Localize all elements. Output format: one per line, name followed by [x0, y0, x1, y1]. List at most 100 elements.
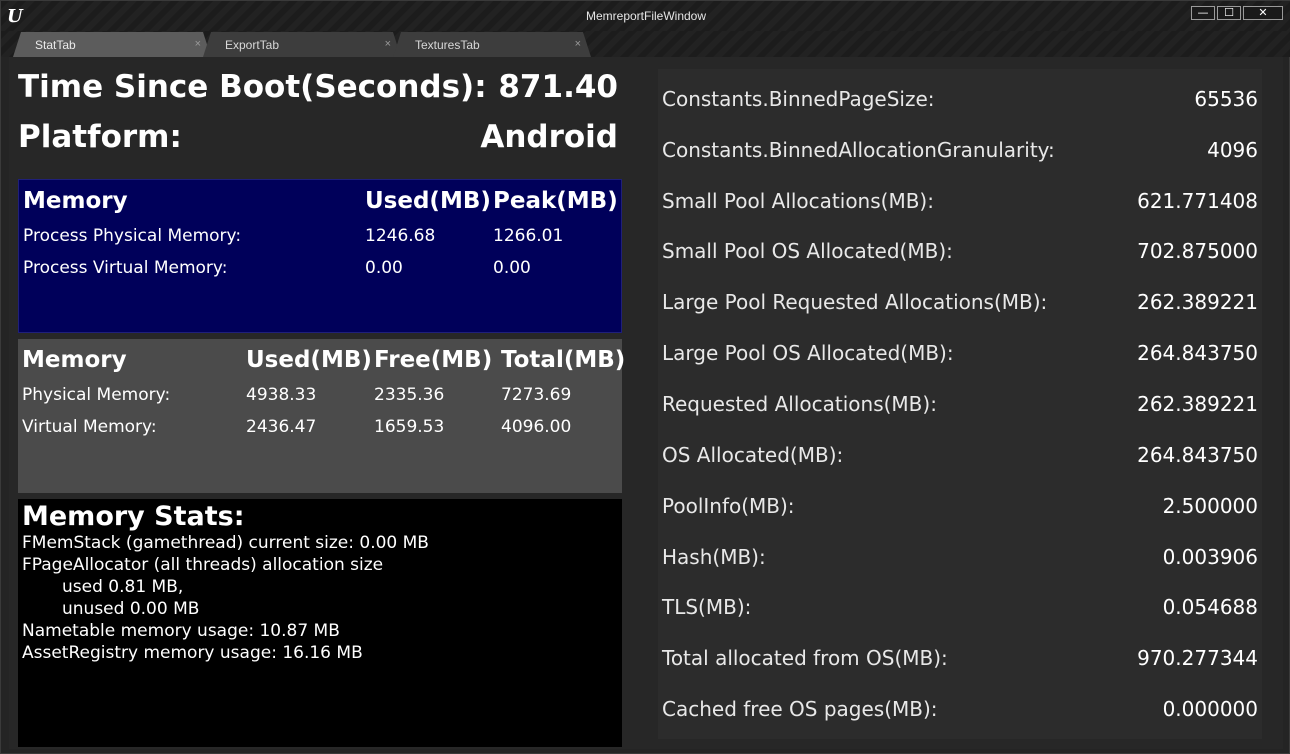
- time-since-boot-value: 871.40: [498, 69, 618, 105]
- table-row: Physical Memory: 4938.33 2335.36 7273.69: [22, 385, 622, 409]
- stat-row: OS Allocated(MB): 264.843750: [662, 443, 1258, 467]
- row-used: 4938.33: [246, 385, 317, 405]
- allocator-stats-panel: Constants.BinnedPageSize: 65536 Constants…: [658, 69, 1262, 739]
- stat-label: Large Pool OS Allocated(MB):: [662, 341, 954, 365]
- table-row: Process Virtual Memory: 0.00 0.00: [23, 258, 621, 282]
- table-row: Virtual Memory: 2436.47 1659.53 4096.00: [22, 417, 622, 441]
- close-button[interactable]: ✕: [1243, 6, 1283, 20]
- stat-row: Hash(MB): 0.003906: [662, 545, 1258, 569]
- row-used: 1246.68: [365, 226, 436, 246]
- stat-value: 264.843750: [1137, 443, 1258, 467]
- stat-value: 0.000000: [1162, 697, 1258, 721]
- system-memory-panel: Memory Used(MB) Free(MB) Total(MB) Physi…: [18, 339, 626, 493]
- stat-value: 0.054688: [1162, 595, 1258, 619]
- tab-close-icon[interactable]: ×: [385, 38, 391, 50]
- window-title: MemreportFileWindow: [585, 9, 707, 23]
- process-memory-panel: Memory Used(MB) Peak(MB) Process Physica…: [18, 179, 622, 333]
- memory-stats-title: Memory Stats:: [22, 501, 245, 532]
- time-since-boot-row: Time Since Boot(Seconds): 871.40: [18, 69, 618, 105]
- tab-bar: StatTab × ExportTab × TexturesTab ×: [1, 31, 1290, 57]
- row-label: Virtual Memory:: [22, 417, 157, 437]
- row-label: Process Virtual Memory:: [23, 258, 228, 278]
- row-total: 4096.00: [501, 417, 572, 437]
- stat-row: TLS(MB): 0.054688: [662, 595, 1258, 619]
- memreport-window: U MemreportFileWindow — ☐ ✕ StatTab × Ex…: [0, 0, 1290, 754]
- stat-row: Total allocated from OS(MB): 970.277344: [662, 646, 1258, 670]
- stat-value: 264.843750: [1137, 341, 1258, 365]
- header-memory: Memory: [23, 188, 128, 214]
- stat-row: Constants.BinnedPageSize: 65536: [662, 87, 1258, 111]
- row-peak: 1266.01: [493, 226, 564, 246]
- table-row: Process Physical Memory: 1246.68 1266.01: [23, 226, 621, 250]
- header-total: Total(MB): [501, 347, 626, 373]
- table-header: Memory Used(MB) Peak(MB): [23, 188, 621, 218]
- stat-label: Requested Allocations(MB):: [662, 392, 937, 416]
- stat-value: 262.389221: [1137, 392, 1258, 416]
- row-label: Physical Memory:: [22, 385, 171, 405]
- stat-row: Small Pool OS Allocated(MB): 702.875000: [662, 239, 1258, 263]
- stat-label: PoolInfo(MB):: [662, 494, 795, 518]
- memory-stats-line: used 0.81 MB,: [62, 577, 184, 597]
- maximize-icon: ☐: [1224, 6, 1234, 19]
- memory-stats-line: unused 0.00 MB: [62, 599, 200, 619]
- header-used: Used(MB): [365, 188, 491, 214]
- stat-value: 4096: [1207, 138, 1258, 162]
- row-total: 7273.69: [501, 385, 572, 405]
- tab-close-icon[interactable]: ×: [575, 38, 581, 50]
- tab-export[interactable]: ExportTab ×: [203, 32, 401, 57]
- window-controls: — ☐ ✕: [1191, 6, 1283, 20]
- tab-label: ExportTab: [225, 38, 280, 52]
- stat-value: 65536: [1194, 87, 1258, 111]
- stat-label: Constants.BinnedPageSize:: [662, 87, 935, 111]
- stat-label: Small Pool OS Allocated(MB):: [662, 239, 953, 263]
- stat-row: Large Pool Requested Allocations(MB): 262…: [662, 290, 1258, 314]
- stat-value: 262.389221: [1137, 290, 1258, 314]
- platform-row: Platform: Android: [18, 119, 618, 155]
- stat-row: Small Pool Allocations(MB): 621.771408: [662, 189, 1258, 213]
- close-icon: ✕: [1258, 6, 1268, 19]
- stat-label: Hash(MB):: [662, 545, 766, 569]
- header-peak: Peak(MB): [493, 188, 618, 214]
- minimize-icon: —: [1197, 6, 1209, 19]
- stat-value: 970.277344: [1137, 646, 1258, 670]
- header-free: Free(MB): [374, 347, 493, 373]
- time-since-boot-label: Time Since Boot(Seconds):: [18, 69, 487, 105]
- stat-row: PoolInfo(MB): 2.500000: [662, 494, 1258, 518]
- stat-label: OS Allocated(MB):: [662, 443, 844, 467]
- stat-row: Large Pool OS Allocated(MB): 264.843750: [662, 341, 1258, 365]
- stat-label: Small Pool Allocations(MB):: [662, 189, 934, 213]
- memory-stats-line: Nametable memory usage: 10.87 MB: [22, 621, 340, 641]
- stat-row: Requested Allocations(MB): 262.389221: [662, 392, 1258, 416]
- row-peak: 0.00: [493, 258, 531, 278]
- memory-stats-line: FPageAllocator (all threads) allocation …: [22, 555, 384, 575]
- memory-stats-line: FMemStack (gamethread) current size: 0.0…: [22, 533, 429, 553]
- tab-close-icon[interactable]: ×: [195, 38, 201, 50]
- stat-row: Constants.BinnedAllocationGranularity: 40…: [662, 138, 1258, 162]
- stat-row: Cached free OS pages(MB): 0.000000: [662, 697, 1258, 721]
- row-label: Process Physical Memory:: [23, 226, 242, 246]
- row-free: 2335.36: [374, 385, 445, 405]
- title-bar[interactable]: U MemreportFileWindow — ☐ ✕: [1, 1, 1290, 31]
- platform-label: Platform:: [18, 119, 182, 155]
- maximize-button[interactable]: ☐: [1217, 6, 1241, 20]
- tab-stat[interactable]: StatTab ×: [13, 32, 211, 57]
- platform-value: Android: [480, 119, 618, 155]
- stat-label: Large Pool Requested Allocations(MB):: [662, 290, 1048, 314]
- stat-label: Cached free OS pages(MB):: [662, 697, 938, 721]
- tab-textures[interactable]: TexturesTab ×: [393, 32, 591, 57]
- stat-label: TLS(MB):: [662, 595, 752, 619]
- minimize-button[interactable]: —: [1191, 6, 1215, 20]
- memory-stats-line: AssetRegistry memory usage: 16.16 MB: [22, 643, 363, 663]
- stat-value: 2.500000: [1162, 494, 1258, 518]
- memory-stats-panel: Memory Stats: FMemStack (gamethread) cur…: [18, 499, 622, 747]
- stat-label: Total allocated from OS(MB):: [662, 646, 948, 670]
- tab-label: StatTab: [35, 38, 76, 52]
- row-free: 1659.53: [374, 417, 445, 437]
- stat-value: 621.771408: [1137, 189, 1258, 213]
- stat-value: 0.003906: [1162, 545, 1258, 569]
- tab-label: TexturesTab: [415, 38, 480, 52]
- header-used: Used(MB): [246, 347, 372, 373]
- row-used: 0.00: [365, 258, 403, 278]
- row-used: 2436.47: [246, 417, 317, 437]
- table-header: Memory Used(MB) Free(MB) Total(MB): [22, 347, 626, 377]
